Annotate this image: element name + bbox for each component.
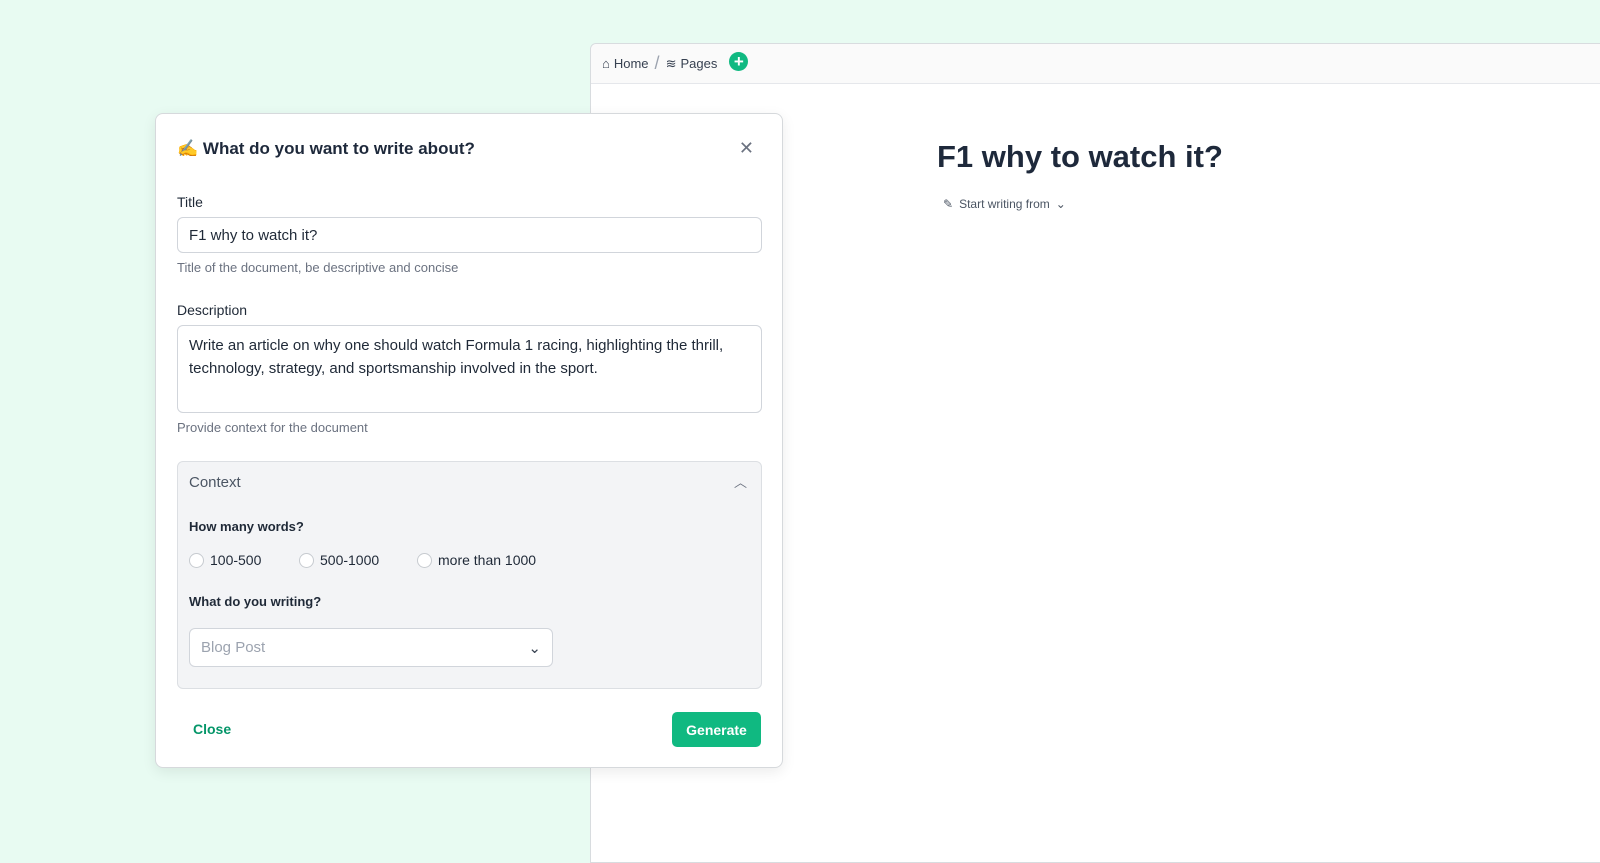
- generate-button[interactable]: Generate: [672, 712, 761, 747]
- title-help: Title of the document, be descriptive an…: [177, 260, 459, 275]
- breadcrumb-pages[interactable]: ≋ Pages: [666, 56, 718, 72]
- description-input[interactable]: Write an article on why one should watch…: [177, 325, 762, 413]
- chevron-down-icon: ⌄: [528, 639, 541, 657]
- title-input[interactable]: [177, 217, 762, 253]
- layers-icon: ≋: [665, 55, 677, 71]
- close-icon[interactable]: ✕: [739, 138, 754, 159]
- breadcrumb-separator: /: [654, 53, 660, 73]
- breadcrumb-home[interactable]: ⌂ Home: [602, 56, 649, 71]
- radio-circle[interactable]: [299, 552, 314, 568]
- words-question: How many words?: [189, 519, 304, 534]
- chevron-up-icon[interactable]: ︿: [734, 472, 747, 491]
- type-question: What do you writing?: [189, 594, 322, 609]
- context-section: Context ︿ How many words? 100-500 500-10…: [177, 461, 762, 689]
- chevron-down-icon: ⌄: [1055, 197, 1066, 211]
- write-dialog: ✍️ What do you want to write about? ✕ Ti…: [155, 113, 783, 768]
- description-label: Description: [177, 302, 248, 318]
- add-page-button[interactable]: +: [729, 52, 749, 71]
- context-header[interactable]: Context: [189, 474, 241, 491]
- radio-circle[interactable]: [417, 552, 432, 568]
- description-help: Provide context for the document: [177, 420, 368, 435]
- title-label: Title: [177, 194, 203, 210]
- document-title[interactable]: F1 why to watch it?: [937, 139, 1223, 175]
- radio-circle[interactable]: [189, 552, 204, 568]
- breadcrumb: ⌂ Home / ≋ Pages +: [591, 44, 1600, 84]
- start-writing-dropdown[interactable]: ✎ Start writing from ⌄: [943, 197, 1066, 211]
- home-icon: ⌂: [602, 56, 610, 71]
- close-button[interactable]: Close: [193, 721, 231, 737]
- edit-icon: ✎: [943, 197, 954, 211]
- dialog-title: ✍️ What do you want to write about?: [177, 139, 475, 158]
- radio-500-1000[interactable]: 500-1000: [299, 552, 379, 568]
- radio-100-500[interactable]: 100-500: [189, 552, 261, 568]
- radio-more-than-1000[interactable]: more than 1000: [417, 552, 536, 568]
- writing-hand-icon: ✍️: [177, 139, 199, 158]
- writing-type-select[interactable]: Blog Post ⌄: [189, 628, 553, 667]
